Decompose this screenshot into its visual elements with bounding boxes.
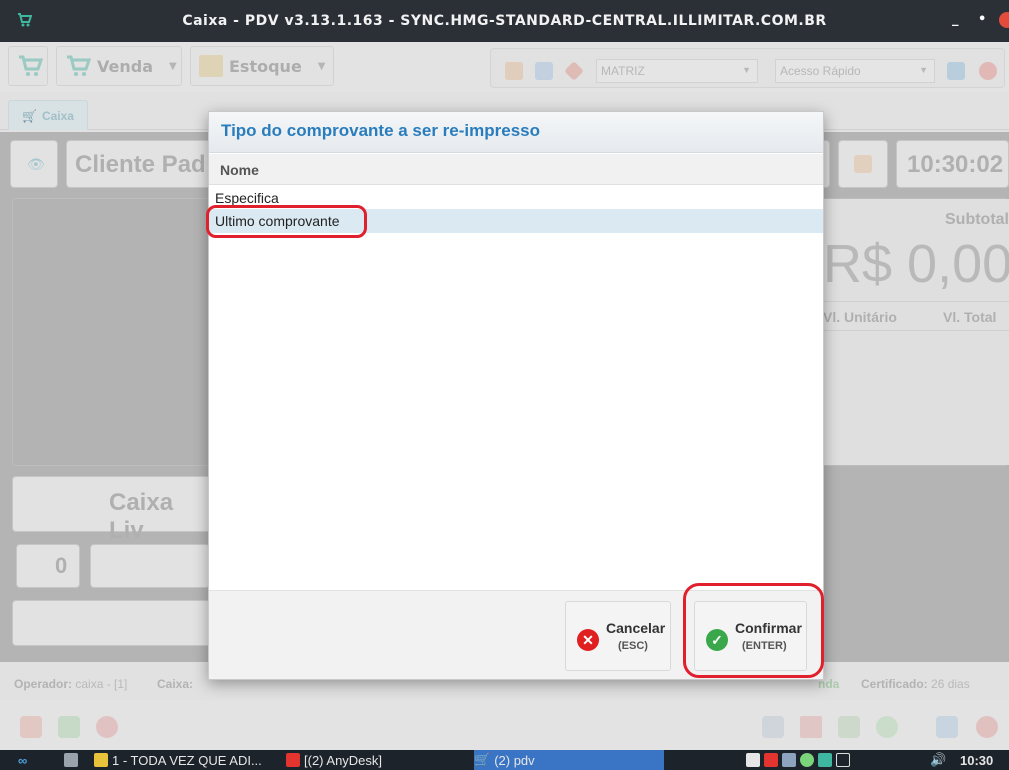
list-column-header[interactable]: Nome [209,154,823,185]
os-taskbar: ∞ 1 - TODA VEZ QUE ADI... [(2) AnyDesk] … [0,750,1009,770]
window-title: Caixa - PDV v3.13.1.163 - SYNC.HMG-STAND… [182,13,827,29]
file-manager-icon[interactable] [64,750,78,770]
gear-tray-icon[interactable] [800,753,814,767]
cart-icon: 🛒 [474,752,491,767]
restore-button[interactable]: • [978,12,986,27]
minimize-button[interactable]: _ [952,12,959,27]
network-tray-icon[interactable] [782,753,796,767]
dialog-footer: ✕ Cancelar (ESC) ✓ Confirmar (ENTER) [209,590,823,679]
taskbar-item-1-label: 1 - TODA VEZ QUE ADI... [112,752,262,768]
tray-area [746,750,850,770]
taskbar-item-pdv[interactable]: 🛒 (2) pdv [474,750,664,770]
cancel-icon: ✕ [577,629,599,651]
pdv-tray-icon[interactable] [818,753,832,767]
taskbar-item-2-label: [(2) AnyDesk] [304,752,383,768]
close-button[interactable] [999,12,1009,32]
window-titlebar: Caixa - PDV v3.13.1.163 - SYNC.HMG-STAND… [0,0,1009,42]
anydesk-icon [286,753,300,767]
anydesk-tray-icon[interactable] [764,753,778,767]
cancel-button[interactable]: ✕ Cancelar (ESC) [565,601,671,671]
volume-icon[interactable]: 🔊 [930,750,946,770]
confirm-shortcut: (ENTER) [742,640,787,652]
taskbar-item-3-label: (2) pdv [494,752,535,768]
dialog-title: Tipo do comprovante a ser re-impresso [221,121,540,140]
note-icon [94,753,108,767]
confirm-button[interactable]: ✓ Confirmar (ENTER) [694,601,807,671]
start-menu-icon[interactable]: ∞ [18,750,27,770]
taskbar-item-1[interactable]: 1 - TODA VEZ QUE ADI... [94,750,280,770]
cancel-shortcut: (ESC) [618,640,648,652]
notes-tray-icon[interactable] [746,753,760,767]
taskbar-clock: 10:30 [960,752,994,768]
dialog-header: Tipo do comprovante a ser re-impresso [209,112,823,153]
confirm-label: Confirmar [735,620,802,636]
reprint-type-dialog: Tipo do comprovante a ser re-impresso No… [208,111,824,680]
cancel-label: Cancelar [606,620,666,636]
list-item-label: Especifica [215,190,279,206]
check-icon: ✓ [706,629,728,651]
list-item-label: Ultimo comprovante [215,213,340,229]
column-nome: Nome [220,162,259,178]
list-item-selected[interactable]: Ultimo comprovante [209,209,823,233]
taskbar-item-anydesk[interactable]: [(2) AnyDesk] [286,750,466,770]
list-item[interactable]: Especifica [209,186,823,210]
display-tray-icon[interactable] [836,753,850,767]
